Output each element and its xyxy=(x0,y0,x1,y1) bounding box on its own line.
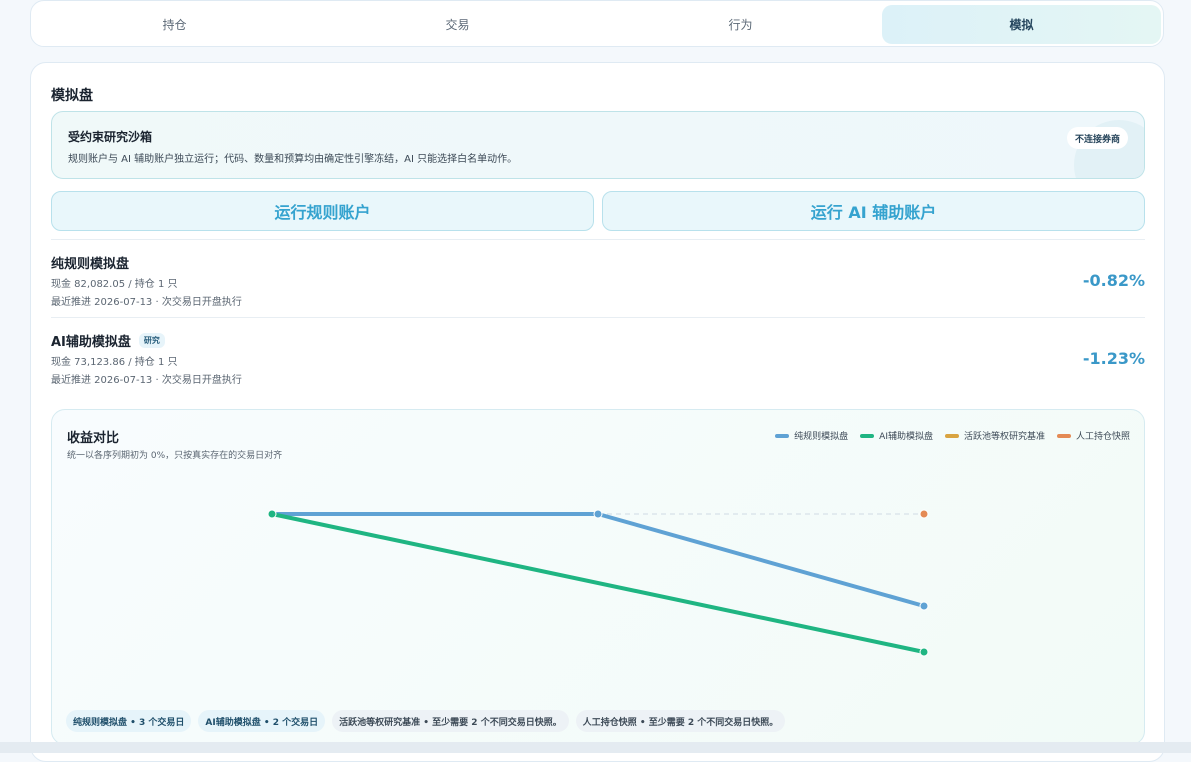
bottom-strip xyxy=(0,742,1191,753)
legend-label: 纯规则模拟盘 xyxy=(794,432,849,442)
series-point[interactable] xyxy=(593,509,603,519)
chart-legend: 纯规则模拟盘 AI辅助模拟盘 活跃池等权研究基准 人工持仓快照 xyxy=(775,429,1130,442)
account-return: -1.23% xyxy=(1082,349,1145,368)
return-comparison-chart: 收益对比 统一以各序列期初为 0%，只按真实存在的交易日对齐 纯规则模拟盘 AI… xyxy=(51,409,1145,745)
run-ai-account-button[interactable]: 运行 AI 辅助账户 xyxy=(602,191,1145,231)
sandbox-notice: 受约束研究沙箱 规则账户与 AI 辅助账户独立运行；代码、数量和预算均由确定性引… xyxy=(51,111,1145,179)
account-return: -0.82% xyxy=(1082,271,1145,290)
legend-label: 活跃池等权研究基准 xyxy=(963,432,1045,442)
account-last-advance: 最近推进 2026-07-13 · 次交易日开盘执行 xyxy=(51,375,242,386)
series-point[interactable] xyxy=(919,647,929,657)
chart-title: 收益对比 xyxy=(67,431,120,446)
view-tabs: 持仓 交易 行为 模拟 xyxy=(30,0,1164,47)
sandbox-description: 规则账户与 AI 辅助账户独立运行；代码、数量和预算均由确定性引擎冻结，AI 只… xyxy=(68,154,518,165)
series-chip: 纯规则模拟盘 • 3 个交易日 xyxy=(66,710,192,732)
tab-holdings[interactable]: 持仓 xyxy=(35,5,314,44)
account-name-text: 纯规则模拟盘 xyxy=(51,257,130,272)
account-last-advance: 最近推进 2026-07-13 · 次交易日开盘执行 xyxy=(51,297,242,308)
legend-swatch xyxy=(860,433,875,438)
series-point[interactable] xyxy=(919,509,929,519)
account-name: AI辅助模拟盘 研究 xyxy=(51,331,165,350)
series-line xyxy=(270,512,926,654)
legend-label: 人工持仓快照 xyxy=(1075,432,1130,442)
legend-swatch xyxy=(1056,433,1071,438)
account-name: 纯规则模拟盘 xyxy=(51,253,129,272)
chart-subtitle: 统一以各序列期初为 0%，只按真实存在的交易日对齐 xyxy=(67,451,283,461)
run-rule-account-button[interactable]: 运行规则账户 xyxy=(51,191,594,231)
series-status-chips: 纯规则模拟盘 • 3 个交易日 AI辅助模拟盘 • 2 个交易日 活跃池等权研究… xyxy=(66,710,786,732)
legend-swatch xyxy=(944,433,959,438)
divider xyxy=(51,239,1145,240)
account-cash: 现金 82,082.05 / 持仓 1 只 xyxy=(51,279,178,290)
tab-behavior[interactable]: 行为 xyxy=(601,5,880,44)
series-chip: 活跃池等权研究基准 • 至少需要 2 个不同交易日快照。 xyxy=(332,710,569,732)
legend-label: AI辅助模拟盘 xyxy=(879,432,933,442)
divider xyxy=(51,317,1145,318)
account-name-text: AI辅助模拟盘 xyxy=(51,335,131,350)
tab-simulation[interactable]: 模拟 xyxy=(882,5,1161,44)
section-title: 模拟盘 xyxy=(51,88,93,104)
legend-item[interactable]: 活跃池等权研究基准 xyxy=(944,429,1045,442)
series-chip: AI辅助模拟盘 • 2 个交易日 xyxy=(198,710,326,732)
series-line xyxy=(270,512,926,608)
account-rule: 纯规则模拟盘 现金 82,082.05 / 持仓 1 只 最近推进 2026-0… xyxy=(51,253,1145,313)
series-chip: 人工持仓快照 • 至少需要 2 个不同交易日快照。 xyxy=(575,710,786,732)
account-ai: AI辅助模拟盘 研究 现金 73,123.86 / 持仓 1 只 最近推进 20… xyxy=(51,331,1145,391)
sandbox-title: 受约束研究沙箱 xyxy=(68,130,153,144)
legend-item[interactable]: AI辅助模拟盘 xyxy=(860,429,933,442)
series-point[interactable] xyxy=(267,509,277,519)
account-cash: 现金 73,123.86 / 持仓 1 只 xyxy=(51,357,178,368)
legend-item[interactable]: 纯规则模拟盘 xyxy=(775,429,848,442)
legend-item[interactable]: 人工持仓快照 xyxy=(1056,429,1130,442)
no-broker-badge: 不连接券商 xyxy=(1066,127,1128,149)
legend-swatch xyxy=(775,433,790,438)
tab-trades[interactable]: 交易 xyxy=(318,5,597,44)
research-tag: 研究 xyxy=(138,333,165,348)
series-point[interactable] xyxy=(919,601,929,611)
simulation-panel: 模拟盘 受约束研究沙箱 规则账户与 AI 辅助账户独立运行；代码、数量和预算均由… xyxy=(30,62,1165,762)
